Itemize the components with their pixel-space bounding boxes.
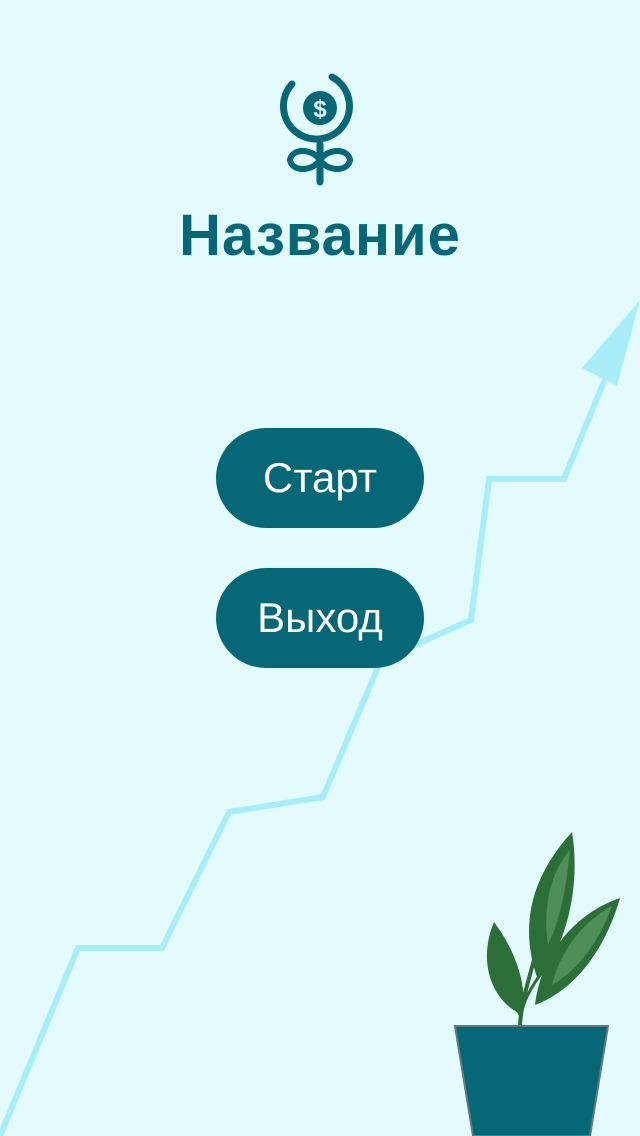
money-flower-icon: $ <box>279 73 354 186</box>
exit-button[interactable]: Выход <box>216 568 424 668</box>
svg-text:$: $ <box>313 96 327 123</box>
growth-arrow-icon <box>0 300 640 1136</box>
app-title: Название <box>179 203 461 268</box>
start-button[interactable]: Старт <box>216 428 424 528</box>
potted-plant-icon <box>453 832 620 1136</box>
